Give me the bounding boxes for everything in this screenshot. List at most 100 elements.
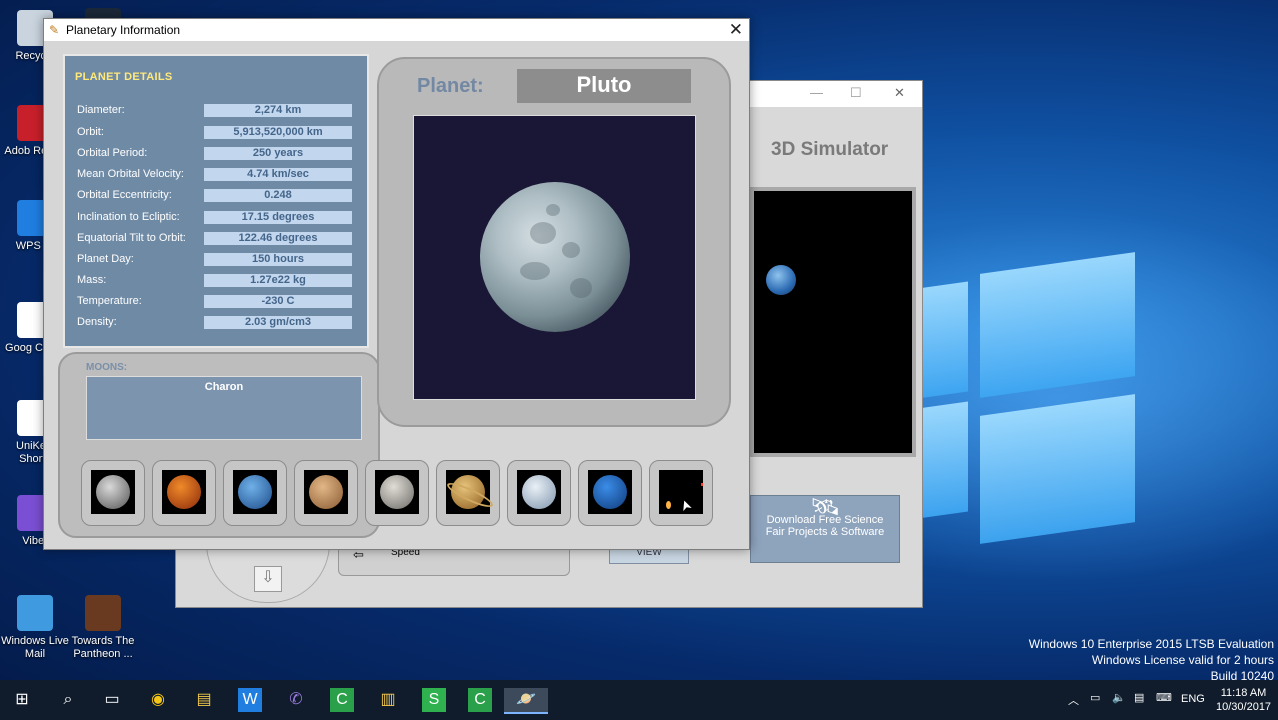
detail-row: Equatorial Tilt to Orbit: 122.46 degrees <box>77 232 357 246</box>
detail-row: Inclination to Ecliptic: 17.15 degrees <box>77 211 357 225</box>
start-icon[interactable]: ⊞ <box>10 688 34 712</box>
simulator-title: 3D Simulator <box>771 139 889 160</box>
camtasia-icon[interactable]: C <box>330 688 354 712</box>
desktop-icon-8[interactable]: Towards The Pantheon ... <box>68 595 138 661</box>
detail-value: 122.46 degrees <box>204 232 352 245</box>
wps-writer-icon[interactable]: W <box>238 688 262 712</box>
planet-viewer: Planet: Pluto <box>377 57 731 427</box>
detail-row: Density: 2.03 gm/cm3 <box>77 316 357 330</box>
planet-thumb <box>91 470 135 514</box>
clock-time: 11:18 AM <box>1220 687 1267 699</box>
mercury-icon <box>96 475 130 509</box>
detail-value: 150 hours <box>204 253 352 266</box>
task-view-icon[interactable]: ▭ <box>100 688 124 712</box>
windows-logo <box>918 252 1148 555</box>
detail-value: -230 C <box>204 295 352 308</box>
close-icon[interactable]: ✕ <box>729 20 743 40</box>
detail-row: Mean Orbital Velocity: 4.74 km/sec <box>77 168 357 182</box>
arrow-down-icon[interactable]: ⇩ <box>254 566 282 592</box>
pluto-icon: ➤ <box>664 475 703 514</box>
satellite-icon: 🛰 <box>809 494 841 521</box>
viber-icon[interactable]: ✆ <box>284 688 308 712</box>
detail-label: Orbit: <box>77 126 104 138</box>
pluto-globe-icon <box>480 182 630 332</box>
detail-label: Orbital Eccentricity: <box>77 189 172 201</box>
planet-button-mercury[interactable] <box>81 460 145 526</box>
planet-button-mars[interactable] <box>294 460 358 526</box>
planet-thumb <box>444 470 496 514</box>
detail-value: 2,274 km <box>204 104 352 117</box>
detail-label: Planet Day: <box>77 253 134 265</box>
desktop-icon-label: Towards The Pantheon ... <box>71 635 135 660</box>
download-line2: Fair Projects & Software <box>765 526 885 538</box>
planet-thumb <box>233 470 277 514</box>
tray-chevron-icon[interactable]: ︿ <box>1068 692 1079 708</box>
detail-value: 4.74 km/sec <box>204 168 352 181</box>
spreadsheet-icon[interactable]: S <box>422 688 446 712</box>
planetary-info-dialog: ✎ Planetary Information ✕ PLANET DETAILS… <box>43 18 750 550</box>
detail-label: Inclination to Ecliptic: <box>77 211 180 223</box>
keyboard-icon[interactable]: ⌨ <box>1156 691 1172 704</box>
taskbar: ⊞ ⌕ ▭ ◉ ▤ W ✆ C ▥ S C 🪐 ︿ ▭ 🔈 ▤ ⌨ ENG 11… <box>0 680 1278 720</box>
watermark-line3: Build 10240 <box>1210 669 1274 683</box>
close-icon[interactable]: ✕ <box>894 85 905 101</box>
earth-icon <box>766 265 796 295</box>
app-icon <box>17 595 53 631</box>
planet-button-jupiter[interactable] <box>365 460 429 526</box>
planet-image <box>413 115 696 400</box>
detail-value: 17.15 degrees <box>204 211 352 224</box>
detail-row: Diameter: 2,274 km <box>77 104 357 118</box>
watermark-line2: Windows License valid for 2 hours <box>1091 653 1274 667</box>
planet-button-uranus[interactable] <box>507 460 571 526</box>
clock[interactable]: 11:18 AM 10/30/2017 <box>1216 686 1271 714</box>
detail-value: 0.248 <box>204 189 352 202</box>
detail-label: Density: <box>77 316 117 328</box>
minimize-icon[interactable]: — <box>810 85 823 100</box>
search-icon[interactable]: ⌕ <box>56 688 80 712</box>
simulator-view[interactable] <box>750 187 916 457</box>
network-icon[interactable]: ▭ <box>1090 691 1100 704</box>
planet-button-venus[interactable] <box>152 460 216 526</box>
planet-thumb: ➤ <box>659 470 703 514</box>
detail-label: Mean Orbital Velocity: <box>77 168 184 180</box>
details-heading: PLANET DETAILS <box>75 71 173 83</box>
file-explorer-icon[interactable]: ▥ <box>376 688 400 712</box>
planet-thumb <box>304 470 348 514</box>
jupiter-icon <box>380 475 414 509</box>
language-indicator[interactable]: ENG <box>1181 693 1205 705</box>
chrome-icon[interactable]: ◉ <box>146 688 170 712</box>
desktop-icon-7[interactable]: Windows Live Mail <box>0 595 70 661</box>
detail-row: Mass: 1.27e22 kg <box>77 274 357 288</box>
solar-system-app-icon[interactable]: 🪐 <box>504 688 548 714</box>
detail-label: Mass: <box>77 274 107 286</box>
moons-heading: MOONS: <box>86 362 128 373</box>
planet-button-neptune[interactable] <box>578 460 642 526</box>
planet-thumb <box>375 470 419 514</box>
files-icon[interactable]: ▤ <box>192 688 216 712</box>
action-center-icon[interactable]: ▤ <box>1134 691 1144 704</box>
planet-button-pluto[interactable]: ➤ <box>649 460 713 526</box>
app-icon <box>85 595 121 631</box>
planet-label: Planet: <box>417 75 484 97</box>
download-line1: Download Free Science <box>766 514 884 526</box>
detail-row: Orbital Eccentricity: 0.248 <box>77 189 357 203</box>
camtasia-recorder-icon[interactable]: C <box>468 688 492 712</box>
dialog-titlebar: ✎ Planetary Information ✕ <box>44 19 749 41</box>
planet-selector: ➤ <box>81 460 715 526</box>
mouse-cursor-icon: ➤ <box>675 497 695 514</box>
detail-row: Orbital Period: 250 years <box>77 147 357 161</box>
detail-row: Planet Day: 150 hours <box>77 253 357 267</box>
planet-thumb <box>162 470 206 514</box>
volume-icon[interactable]: 🔈 <box>1112 691 1126 704</box>
planet-details-panel: PLANET DETAILS Diameter: 2,274 km Orbit: 5,… <box>63 54 369 348</box>
maximize-icon[interactable]: ☐ <box>850 85 862 101</box>
planet-thumb <box>517 470 561 514</box>
moons-list[interactable]: Charon <box>86 376 362 440</box>
planet-button-saturn[interactable] <box>436 460 500 526</box>
simulator-titlebar: — ☐ ✕ <box>750 81 922 107</box>
download-link[interactable]: 🛰 Download Free Science Fair Projects & … <box>750 495 900 563</box>
planet-button-earth[interactable] <box>223 460 287 526</box>
neptune-icon <box>593 475 627 509</box>
dialog-title: Planetary Information <box>66 23 181 37</box>
detail-value: 250 years <box>204 147 352 160</box>
